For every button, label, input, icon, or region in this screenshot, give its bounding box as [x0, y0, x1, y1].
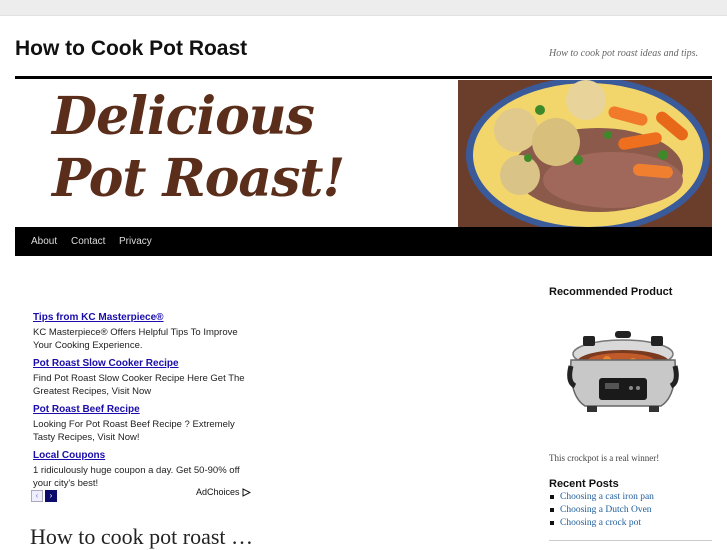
ad-description: Find Pot Roast Slow Cooker Recipe Here G… — [33, 373, 245, 397]
ad-item: Pot Roast Beef Recipe Looking For Pot Ro… — [33, 404, 258, 444]
recent-post-link[interactable]: Choosing a Dutch Oven — [549, 505, 654, 515]
ad-item: Pot Roast Slow Cooker Recipe Find Pot Ro… — [33, 358, 258, 398]
ad-description: Looking For Pot Roast Beef Recipe ? Extr… — [33, 419, 235, 443]
ad-link[interactable]: Local Coupons — [33, 450, 258, 461]
adchoices-label: AdChoices — [196, 487, 240, 497]
ad-prev-button[interactable]: ‹ — [31, 490, 43, 502]
ad-link[interactable]: Tips from KC Masterpiece® — [33, 312, 258, 323]
post-title[interactable]: How to cook pot roast … — [30, 524, 253, 550]
recent-post-link[interactable]: Choosing a cast iron pan — [549, 492, 654, 502]
header-divider — [15, 76, 712, 79]
ad-block: Tips from KC Masterpiece® KC Masterpiece… — [33, 312, 258, 496]
adchoices-link[interactable]: AdChoices — [196, 487, 252, 497]
crockpot-image[interactable] — [563, 326, 683, 418]
pot-roast-photo — [458, 80, 712, 227]
recent-posts-heading: Recent Posts — [549, 478, 619, 490]
browser-top-strip — [0, 0, 727, 16]
site-title[interactable]: How to Cook Pot Roast — [15, 37, 247, 61]
product-caption: This crockpot is a real winner! — [549, 453, 660, 463]
ad-item: Local Coupons 1 ridiculously huge coupon… — [33, 450, 258, 490]
nav-about[interactable]: About — [31, 236, 57, 247]
sidebar-divider — [549, 540, 712, 541]
recent-posts-list: Choosing a cast iron pan Choosing a Dutc… — [549, 492, 654, 531]
banner-line-2: Pot Roast! — [52, 148, 345, 210]
site-tagline: How to cook pot roast ideas and tips. — [549, 48, 699, 59]
ad-next-button[interactable]: › — [45, 490, 57, 502]
recent-post-link[interactable]: Choosing a crock pot — [549, 518, 654, 528]
ad-link[interactable]: Pot Roast Slow Cooker Recipe — [33, 358, 258, 369]
ad-link[interactable]: Pot Roast Beef Recipe — [33, 404, 258, 415]
ad-item: Tips from KC Masterpiece® KC Masterpiece… — [33, 312, 258, 352]
nav-contact[interactable]: Contact — [71, 236, 105, 247]
recommended-heading: Recommended Product — [549, 286, 673, 298]
pot-roast-plate-icon — [458, 80, 712, 227]
main-navigation: About Contact Privacy — [15, 227, 712, 256]
nav-privacy[interactable]: Privacy — [119, 236, 152, 247]
banner-heading: Delicious Pot Roast! — [52, 86, 345, 211]
ad-description: KC Masterpiece® Offers Helpful Tips To I… — [33, 327, 238, 351]
adchoices-icon — [242, 488, 252, 497]
ad-pager: ‹ › — [31, 485, 59, 503]
banner-line-1: Delicious — [52, 86, 315, 147]
header-banner: Delicious Pot Roast! — [15, 80, 712, 227]
crockpot-icon — [567, 331, 679, 412]
